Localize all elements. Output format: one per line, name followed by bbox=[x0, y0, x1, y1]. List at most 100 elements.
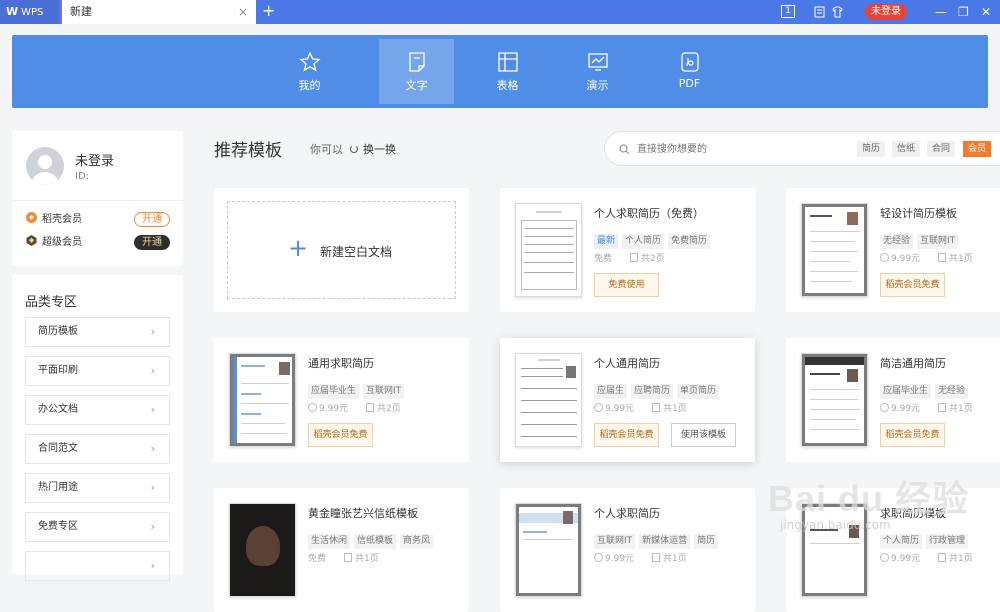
tag[interactable]: 无经验 bbox=[935, 384, 969, 399]
template-price: 免费 bbox=[308, 554, 327, 564]
tag[interactable]: 应聘简历 bbox=[631, 384, 674, 399]
search-tag[interactable]: 简历 bbox=[857, 141, 886, 157]
nav-writer[interactable]: 文字 bbox=[379, 39, 454, 104]
nav-spreadsheet[interactable]: 表格 bbox=[470, 39, 545, 104]
tag[interactable]: 应届毕业生 bbox=[308, 384, 360, 399]
tag[interactable]: 互联网IT bbox=[363, 384, 405, 399]
template-card-hovered[interactable]: 个人通用简历 应届生 应聘简历 单页简历 9.99元 共1页 稻壳会员免费 使用该模板 bbox=[500, 338, 755, 462]
template-thumbnail[interactable] bbox=[515, 503, 582, 597]
template-card[interactable]: 通用求职简历 应届毕业生 互联网IT 9.99元 共2页 稻壳会员免费 bbox=[214, 338, 469, 462]
search-box[interactable]: 简历 信纸 合同 会员 bbox=[604, 131, 1000, 166]
search-tag-vip[interactable]: 会员 bbox=[963, 141, 992, 157]
tag[interactable]: 应届毕业生 bbox=[880, 384, 932, 399]
template-price: 9.99元 bbox=[891, 554, 921, 564]
template-title[interactable]: 轻设计简历模板 bbox=[880, 205, 957, 221]
nav-presentation[interactable]: 演示 bbox=[560, 39, 635, 104]
minimize-icon[interactable]: — bbox=[935, 2, 947, 22]
restore-icon[interactable]: ❐ bbox=[958, 2, 969, 22]
close-tab-icon[interactable]: × bbox=[238, 0, 248, 24]
category-item[interactable]: 免费专区 › bbox=[25, 512, 170, 542]
pages-icon bbox=[366, 403, 375, 412]
category-item[interactable]: 简历模板 › bbox=[25, 317, 170, 347]
vip-free-button[interactable]: 稻壳会员免费 bbox=[880, 423, 945, 447]
template-pages: 共2页 bbox=[641, 254, 665, 264]
avatar[interactable] bbox=[26, 147, 64, 185]
template-meta: 9.99元 共1页 bbox=[880, 551, 973, 564]
refresh-button[interactable]: 换一换 bbox=[350, 141, 396, 157]
category-item[interactable]: 热门用途 › bbox=[25, 473, 170, 503]
plus-icon: + bbox=[288, 234, 309, 262]
template-pages: 共1页 bbox=[355, 554, 379, 564]
template-thumbnail[interactable] bbox=[229, 353, 296, 447]
section-title: 推荐模板 bbox=[214, 141, 282, 161]
chevron-right-icon: › bbox=[150, 364, 155, 377]
template-thumbnail[interactable] bbox=[801, 203, 868, 297]
chevron-right-icon: › bbox=[150, 559, 155, 572]
page-count-badge[interactable]: 1 bbox=[781, 5, 795, 18]
daoke-vip-icon bbox=[26, 212, 37, 223]
wps-logo[interactable]: W WPS bbox=[0, 0, 58, 24]
category-item[interactable]: › bbox=[25, 551, 170, 581]
tag[interactable]: 互联网IT bbox=[594, 534, 636, 549]
template-meta: 免费 共1页 bbox=[308, 551, 379, 564]
template-thumbnail[interactable] bbox=[515, 203, 582, 297]
category-item[interactable]: 办公文档 › bbox=[25, 395, 170, 425]
template-card[interactable]: 个人求职简历（免费） 最新 个人简历 免费简历 免费 共2页 免费使用 bbox=[500, 188, 755, 312]
tag[interactable]: 信纸模板 bbox=[354, 534, 397, 549]
tag[interactable]: 新媒体运营 bbox=[639, 534, 691, 549]
star-icon bbox=[298, 51, 321, 72]
vip-free-button[interactable]: 稻壳会员免费 bbox=[594, 423, 659, 447]
pdf-icon bbox=[680, 52, 699, 72]
search-input[interactable] bbox=[635, 141, 815, 157]
file-icon[interactable] bbox=[814, 6, 825, 18]
vip-free-button[interactable]: 稻壳会员免费 bbox=[880, 273, 945, 297]
search-tag[interactable]: 信纸 bbox=[892, 141, 921, 157]
template-meta: 9.99元 共2页 bbox=[308, 401, 401, 414]
nav-pdf[interactable]: PDF bbox=[652, 39, 727, 104]
use-template-button[interactable]: 使用该模板 bbox=[671, 423, 736, 447]
tag[interactable]: 生活休闲 bbox=[308, 534, 351, 549]
open-daoke-vip-button[interactable]: 开通 bbox=[134, 212, 170, 227]
category-item[interactable]: 合同范文 › bbox=[25, 434, 170, 464]
tag[interactable]: 互联网IT bbox=[917, 234, 959, 249]
tag[interactable]: 最新 bbox=[594, 234, 619, 249]
category-item[interactable]: 平面印刷 › bbox=[25, 356, 170, 386]
tag[interactable]: 无经验 bbox=[880, 234, 914, 249]
template-card[interactable]: 简洁通用简历 应届毕业生 无经验 9.99元 共1页 稻壳会员免费 bbox=[786, 338, 1000, 462]
template-card[interactable]: 黄金瞳张艺兴信纸模板 生活休闲 信纸模板 商务风 免费 共1页 bbox=[214, 488, 469, 612]
login-button[interactable]: 未登录 bbox=[865, 4, 907, 20]
template-thumbnail[interactable] bbox=[515, 353, 582, 447]
add-tab-icon[interactable]: + bbox=[262, 0, 275, 22]
tag[interactable]: 商务风 bbox=[400, 534, 434, 549]
vip-free-button[interactable]: 稻壳会员免费 bbox=[308, 423, 373, 447]
template-thumbnail[interactable] bbox=[801, 353, 868, 447]
nav-mine[interactable]: 我的 bbox=[272, 39, 347, 104]
template-title[interactable]: 简洁通用简历 bbox=[880, 355, 946, 371]
free-use-button[interactable]: 免费使用 bbox=[594, 273, 659, 297]
new-blank-doc-button[interactable]: + 新建空白文档 bbox=[227, 201, 456, 299]
template-price: 9.99元 bbox=[891, 404, 921, 414]
tag[interactable]: 单页简历 bbox=[677, 384, 720, 399]
template-card[interactable]: 个人求职简历 互联网IT 新媒体运营 简历 9.99元 共1页 bbox=[500, 488, 755, 612]
coin-icon bbox=[880, 253, 889, 262]
template-title[interactable]: 个人求职简历 bbox=[594, 505, 660, 521]
search-tag[interactable]: 合同 bbox=[927, 141, 956, 157]
template-card[interactable]: 轻设计简历模板 无经验 互联网IT 9.99元 共1页 稻壳会员免费 bbox=[786, 188, 1000, 312]
tag[interactable]: 应届生 bbox=[594, 384, 628, 399]
open-super-vip-button[interactable]: 开通 bbox=[134, 235, 170, 250]
template-thumbnail[interactable] bbox=[229, 503, 296, 597]
close-window-icon[interactable]: ✕ bbox=[981, 2, 991, 22]
tab-new[interactable]: 新建 × bbox=[60, 0, 256, 24]
skin-icon[interactable] bbox=[832, 6, 843, 18]
tab-label: 新建 bbox=[70, 5, 92, 18]
template-title[interactable]: 通用求职简历 bbox=[308, 355, 374, 371]
template-title[interactable]: 个人通用简历 bbox=[594, 355, 660, 371]
tag[interactable]: 简历 bbox=[694, 534, 719, 549]
user-name[interactable]: 未登录 bbox=[75, 150, 114, 169]
pages-icon bbox=[652, 553, 661, 562]
tag[interactable]: 个人简历 bbox=[622, 234, 665, 249]
template-title[interactable]: 黄金瞳张艺兴信纸模板 bbox=[308, 505, 418, 521]
new-blank-card[interactable]: + 新建空白文档 bbox=[214, 188, 469, 312]
tag[interactable]: 免费简历 bbox=[668, 234, 711, 249]
template-title[interactable]: 个人求职简历（免费） bbox=[594, 205, 704, 221]
